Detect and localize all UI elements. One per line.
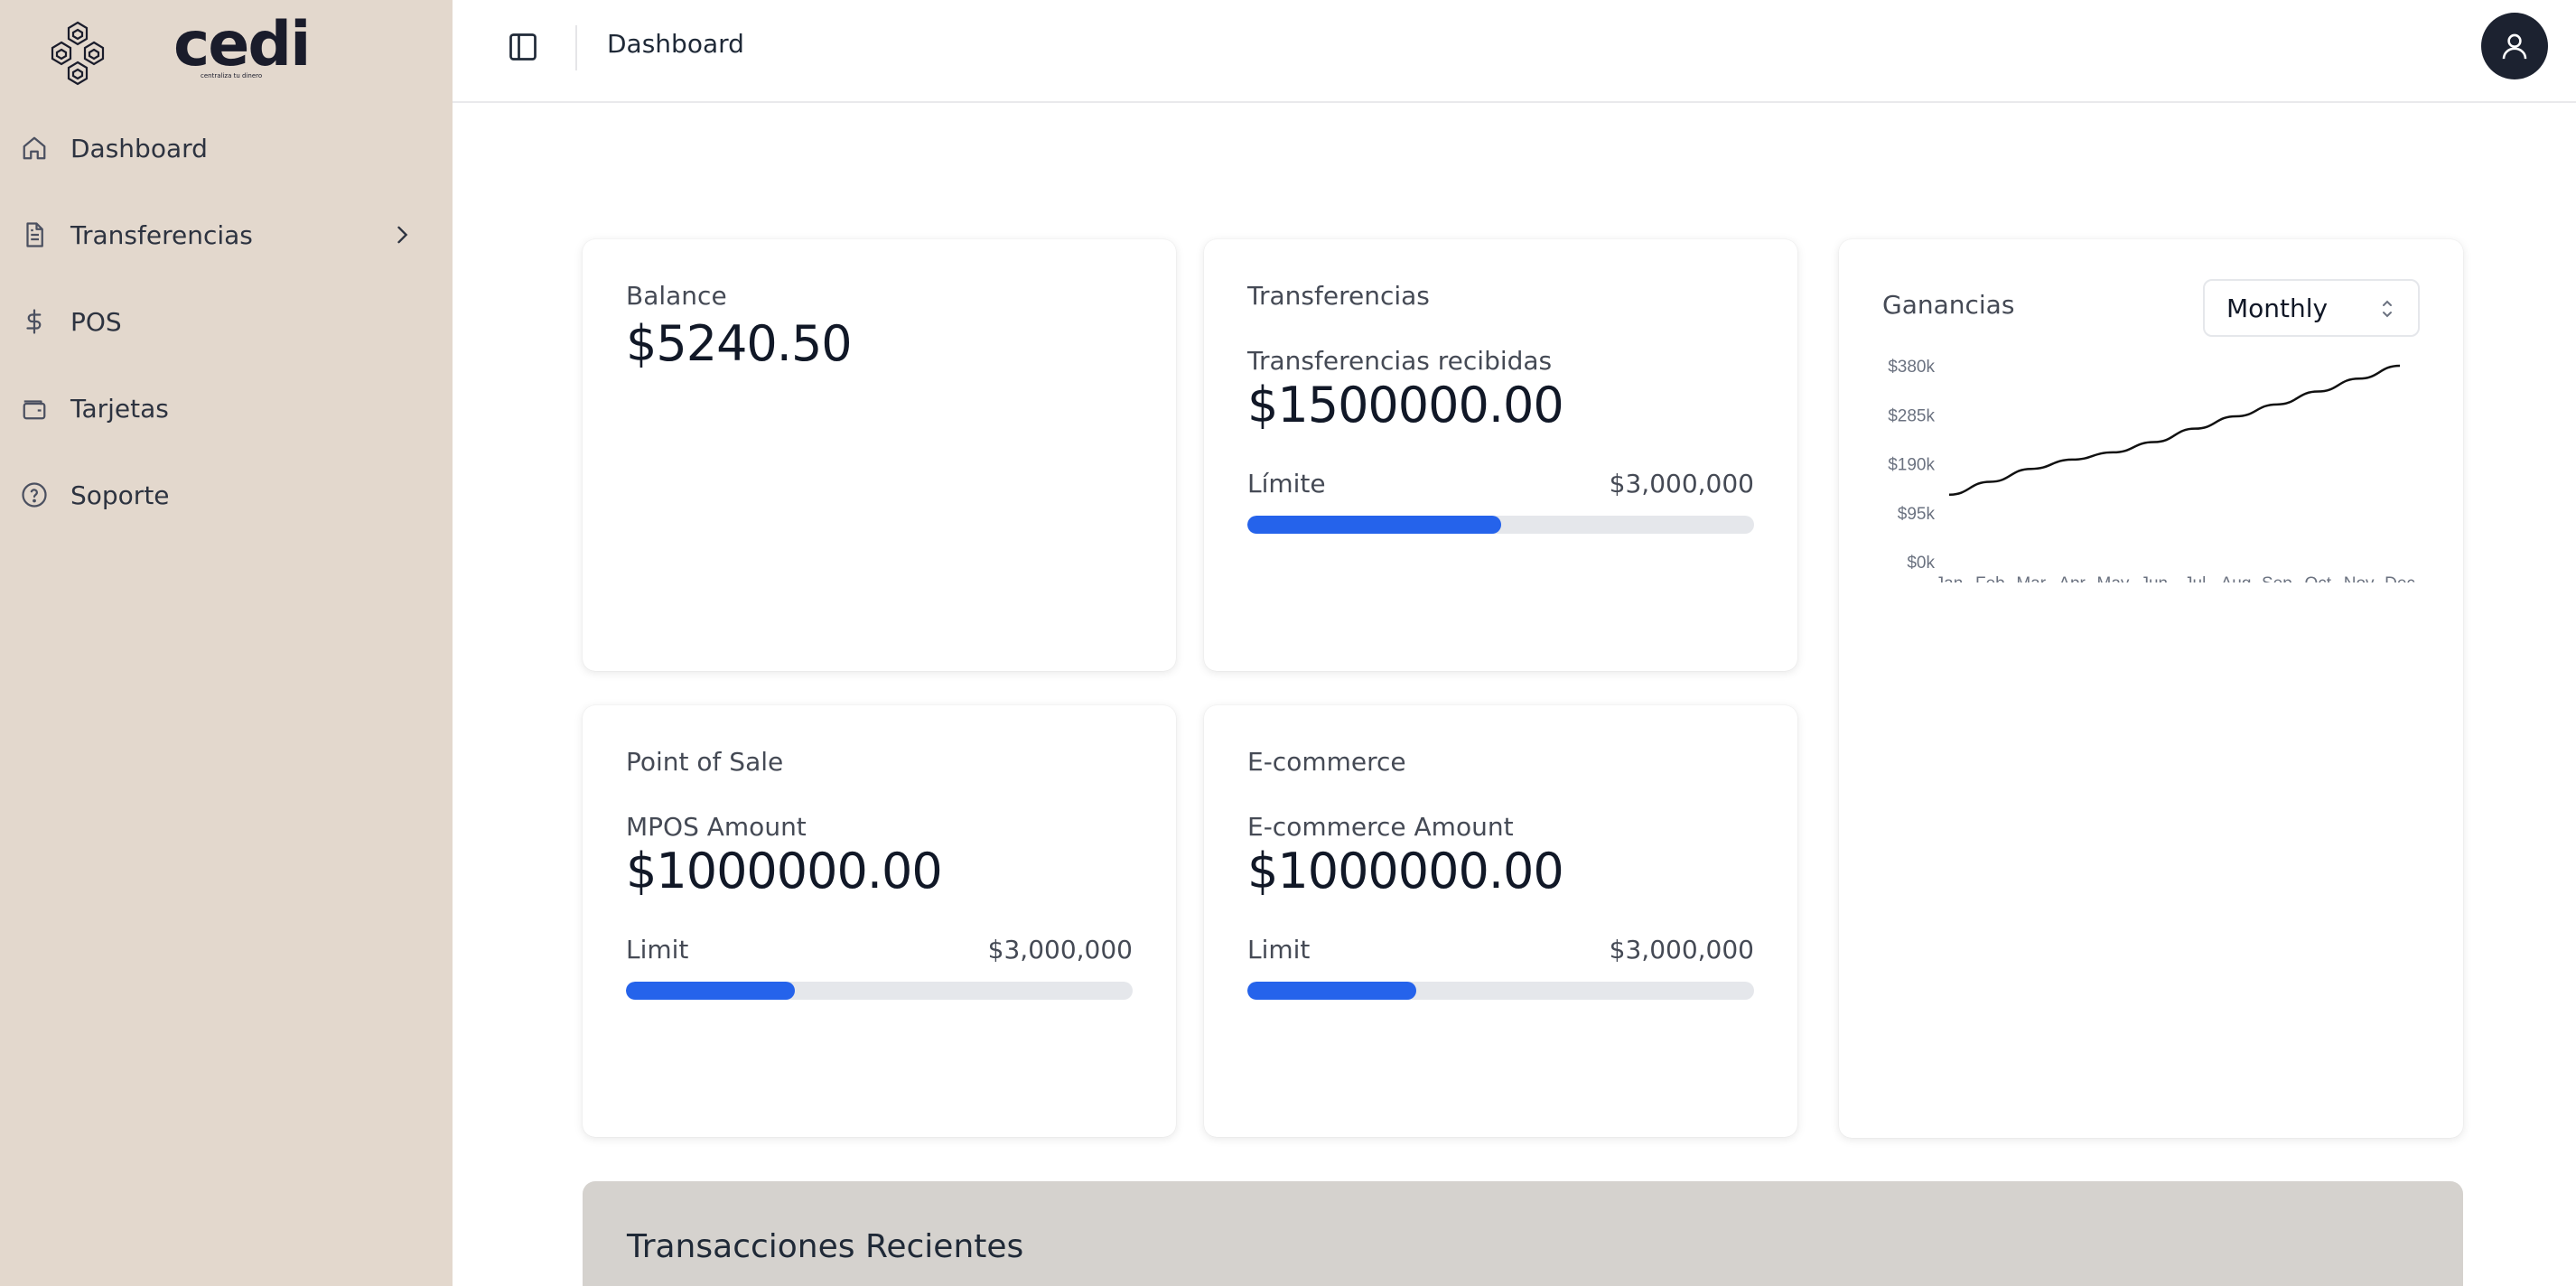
progress-fill bbox=[626, 982, 795, 1000]
series-line bbox=[1948, 364, 2401, 497]
card-title: Point of Sale bbox=[626, 747, 784, 777]
limit-value: $3,000,000 bbox=[987, 935, 1133, 964]
header-divider bbox=[575, 25, 577, 70]
chevron-up-down-icon bbox=[2383, 300, 2392, 318]
sidebar-item-label: Transferencias bbox=[70, 219, 253, 250]
sidebar-item-dashboard[interactable]: Dashboard bbox=[0, 105, 453, 191]
sidebar-nav: Dashboard Transferencias POS Tarjetas So… bbox=[0, 105, 453, 538]
recent-transactions-title: Transacciones Recientes bbox=[627, 1228, 1024, 1265]
top-header: Dashboard bbox=[453, 0, 2576, 103]
progress-fill bbox=[1247, 982, 1416, 1000]
user-avatar[interactable] bbox=[2481, 13, 2548, 79]
sidebar-item-label: Tarjetas bbox=[70, 393, 169, 424]
brand-tagline: centraliza tu dinero bbox=[201, 72, 263, 79]
pos-card: Point of Sale MPOS Amount $1000000.00 Li… bbox=[583, 705, 1176, 1137]
brand-logo[interactable]: cedi centraliza tu dinero bbox=[47, 13, 311, 94]
document-icon bbox=[20, 220, 49, 249]
sidebar-item-label: POS bbox=[70, 306, 122, 337]
x-tick-label: Jul bbox=[2184, 574, 2206, 582]
ecommerce-amount: $1000000.00 bbox=[1247, 843, 1564, 899]
limit-progress-bar bbox=[1247, 516, 1754, 534]
y-tick-label: $95k bbox=[1898, 505, 1936, 524]
sidebar-item-label: Dashboard bbox=[70, 133, 208, 163]
progress-fill bbox=[1247, 516, 1501, 534]
home-icon bbox=[20, 134, 49, 163]
balance-amount: $5240.50 bbox=[626, 315, 853, 372]
y-tick-label: $190k bbox=[1888, 456, 1935, 475]
y-tick-label: $285k bbox=[1888, 406, 1935, 425]
sidebar-item-pos[interactable]: POS bbox=[0, 278, 453, 365]
card-title: Balance bbox=[626, 281, 727, 311]
earnings-card: Ganancias Monthly $0k $95k $190k $285k $380k… bbox=[1839, 239, 2463, 1138]
x-tick-label: Aug bbox=[2221, 574, 2252, 582]
card-subtitle: MPOS Amount bbox=[626, 812, 807, 842]
card-title: Transferencias bbox=[1247, 281, 1430, 311]
x-tick-label: Mar bbox=[2016, 574, 2046, 582]
limit-progress-bar bbox=[1247, 982, 1754, 1000]
wallet-icon bbox=[20, 394, 49, 423]
sidebar: cedi centraliza tu dinero Dashboard Tran… bbox=[0, 0, 453, 1286]
y-tick-label: $0k bbox=[1907, 554, 1935, 573]
limit-row: Limit $3,000,000 bbox=[1247, 935, 1754, 964]
limit-label: Limit bbox=[626, 935, 689, 964]
page-title: Dashboard bbox=[607, 29, 744, 59]
card-subtitle: E-commerce Amount bbox=[1247, 812, 1514, 842]
hexagon-logo-icon bbox=[51, 21, 105, 86]
x-tick-label: Jun bbox=[2140, 574, 2168, 582]
dollar-icon bbox=[20, 307, 49, 336]
x-tick-label: Nov bbox=[2344, 574, 2375, 582]
x-tick-label: Sep bbox=[2262, 574, 2292, 582]
card-title: E-commerce bbox=[1247, 747, 1406, 777]
x-tick-label: Dec bbox=[2385, 574, 2415, 582]
x-tick-label: Apr bbox=[2058, 574, 2086, 582]
transfers-amount: $1500000.00 bbox=[1247, 377, 1564, 433]
sidebar-toggle-icon[interactable] bbox=[507, 31, 539, 63]
period-select[interactable]: Monthly bbox=[2203, 279, 2420, 337]
transfers-card: Transferencias Transferencias recibidas … bbox=[1204, 239, 1797, 671]
period-select-value: Monthly bbox=[2226, 293, 2329, 323]
x-tick-label: Oct bbox=[2304, 574, 2331, 582]
limit-row: Limit $3,000,000 bbox=[626, 935, 1133, 964]
help-circle-icon bbox=[20, 480, 49, 509]
limit-progress-bar bbox=[626, 982, 1133, 1000]
card-title: Ganancias bbox=[1882, 290, 2015, 320]
limit-value: $3,000,000 bbox=[1609, 469, 1754, 499]
limit-value: $3,000,000 bbox=[1609, 935, 1754, 964]
user-icon bbox=[2502, 33, 2527, 60]
sidebar-item-soporte[interactable]: Soporte bbox=[0, 452, 453, 538]
pos-amount: $1000000.00 bbox=[626, 843, 943, 899]
chevron-right-icon[interactable] bbox=[389, 222, 415, 247]
recent-transactions-panel: Transacciones Recientes bbox=[583, 1181, 2463, 1286]
y-tick-label: $380k bbox=[1888, 358, 1935, 377]
balance-card: Balance $5240.50 bbox=[583, 239, 1176, 671]
card-subtitle: Transferencias recibidas bbox=[1247, 346, 1553, 376]
sidebar-item-transferencias[interactable]: Transferencias bbox=[0, 191, 453, 278]
x-tick-label: Feb bbox=[1975, 574, 2005, 582]
sidebar-item-label: Soporte bbox=[70, 480, 170, 510]
ecommerce-card: E-commerce E-commerce Amount $1000000.00… bbox=[1204, 705, 1797, 1137]
brand-name: cedi bbox=[173, 9, 311, 80]
limit-row: Límite $3,000,000 bbox=[1247, 469, 1754, 499]
limit-label: Limit bbox=[1247, 935, 1311, 964]
limit-label: Límite bbox=[1247, 469, 1326, 499]
earnings-line-chart: $0k $95k $190k $285k $380k Jan Feb Mar Apr May Jun… bbox=[1888, 358, 2415, 582]
sidebar-item-tarjetas[interactable]: Tarjetas bbox=[0, 365, 453, 452]
x-tick-label: May bbox=[2097, 574, 2130, 582]
x-tick-label: Jan bbox=[1936, 574, 1964, 582]
